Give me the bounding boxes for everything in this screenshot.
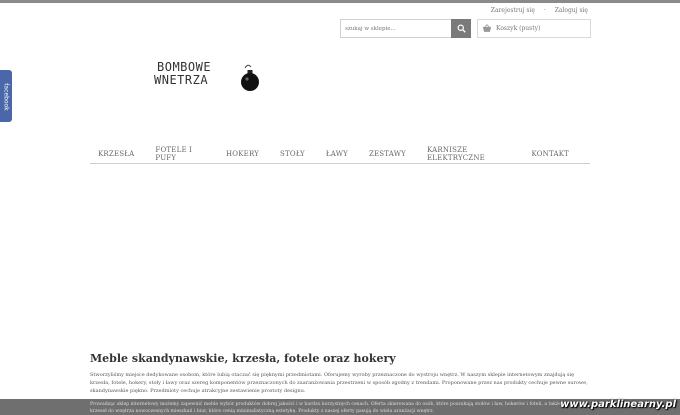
nav-item-hokery[interactable]: HOKERY — [226, 150, 259, 158]
search-box — [340, 19, 471, 38]
cart-button[interactable]: Koszyk (pusty) — [477, 19, 591, 38]
bomb-icon — [241, 64, 259, 91]
divider: · — [543, 7, 546, 14]
nav-item-karnisze[interactable]: KARNISZE ELEKTRYCZNE — [427, 146, 510, 162]
account-links: Zarejestruj się · Zaloguj się — [484, 7, 588, 14]
watermark: www.parklinearny.pl — [560, 399, 676, 410]
bottom-text-line-1: Prowadząc sklep internetowy możemy zapew… — [90, 402, 562, 407]
login-link[interactable]: Zaloguj się — [555, 7, 588, 14]
nav-item-krzesla[interactable]: KRZESŁA — [98, 150, 134, 158]
cart-label: Koszyk (pusty) — [496, 25, 541, 32]
intro-text: Stworzyliśmy miejsce dedykowane osobom, … — [90, 372, 588, 394]
nav-item-zestawy[interactable]: ZESTAWY — [369, 150, 406, 158]
facebook-label: facebook — [2, 83, 10, 111]
nav-item-fotele[interactable]: FOTELE I PUFY — [155, 146, 205, 162]
main-nav: KRZESŁA FOTELE I PUFY HOKERY STOŁY ŁAWY … — [90, 145, 590, 164]
register-link[interactable]: Zarejestruj się — [491, 7, 535, 14]
search-button[interactable] — [451, 19, 471, 38]
nav-item-stoly[interactable]: STOŁY — [280, 150, 305, 158]
search-input[interactable] — [341, 20, 452, 37]
facebook-tab[interactable]: facebook — [0, 70, 12, 122]
basket-icon — [482, 24, 492, 32]
logo[interactable]: BOMBOWE WNETRZA — [154, 61, 264, 97]
nav-item-lawy[interactable]: ŁAWY — [326, 150, 348, 158]
top-bar — [0, 0, 680, 3]
bottom-text-line-2: krzeseł do wnętrza nowoczesnych mieszkań… — [90, 409, 435, 414]
page-title: Meble skandynawskie, krzesła, fotele ora… — [90, 352, 396, 365]
search-icon — [457, 24, 466, 33]
nav-item-kontakt[interactable]: KONTAKT — [531, 150, 569, 158]
